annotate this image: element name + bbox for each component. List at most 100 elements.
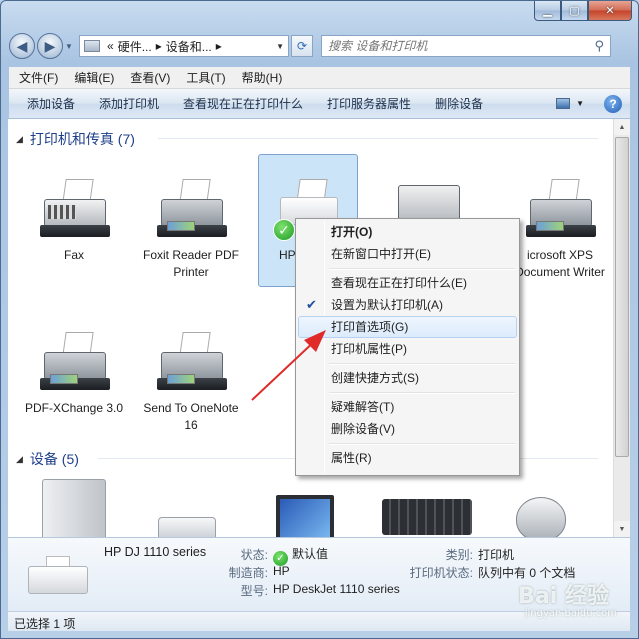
- printer-icon: [153, 177, 229, 243]
- default-check-icon: ✓: [273, 219, 295, 241]
- maximize-button[interactable]: ▢: [561, 1, 588, 21]
- menu-separator: [329, 389, 517, 396]
- printer-onenote[interactable]: Send To OneNote 16: [141, 324, 241, 434]
- menu-edit[interactable]: 编辑(E): [66, 69, 122, 86]
- devices-group-title: 设备 (5): [29, 451, 79, 467]
- monitor-icon[interactable]: [276, 495, 334, 537]
- breadcrumb-separator-icon[interactable]: ▸: [156, 39, 162, 53]
- breadcrumb-devices[interactable]: 设备和...: [166, 38, 212, 55]
- menu-set-default-printer[interactable]: ✔ 设置为默认打印机(A): [298, 294, 517, 316]
- menu-properties[interactable]: 属性(R): [298, 447, 517, 469]
- checkmark-icon: ✔: [306, 297, 317, 312]
- scrollbar-thumb[interactable]: [615, 137, 629, 457]
- menu-help[interactable]: 帮助(H): [234, 69, 291, 86]
- group-divider: [158, 138, 598, 139]
- context-menu: 打开(O) 在新窗口中打开(E) 查看现在正在打印什么(E) ✔ 设置为默认打印机…: [295, 218, 520, 476]
- devices-group-header[interactable]: ◢ 设备 (5): [16, 449, 79, 469]
- help-button[interactable]: ?: [604, 94, 622, 113]
- computer-tower-icon[interactable]: [42, 479, 106, 537]
- search-box[interactable]: ⚲: [321, 35, 611, 57]
- address-dropdown-icon[interactable]: ▼: [276, 42, 284, 51]
- selected-printer-icon: [26, 552, 90, 598]
- change-view-button[interactable]: ▼: [546, 98, 594, 109]
- add-printer-button[interactable]: 添加打印机: [87, 95, 171, 112]
- menu-file[interactable]: 文件(F): [11, 69, 66, 86]
- scroll-up-icon[interactable]: ▲: [614, 119, 630, 135]
- see-whats-printing-button[interactable]: 查看现在正在打印什么: [171, 95, 315, 112]
- printer-icon: [36, 330, 112, 396]
- selected-device-name: HP DJ 1110 series: [104, 545, 207, 559]
- menu-bar: 文件(F) 编辑(E) 查看(V) 工具(T) 帮助(H): [9, 67, 630, 89]
- recent-pages-dropdown[interactable]: ▼: [65, 42, 75, 51]
- model-value: HP DeskJet 1110 series: [273, 582, 400, 596]
- printer-pdf-xchange[interactable]: PDF-XChange 3.0: [24, 324, 124, 417]
- menu-create-shortcut[interactable]: 创建快捷方式(S): [298, 367, 517, 389]
- minimize-icon: ▁: [543, 5, 552, 17]
- menu-remove-device[interactable]: 删除设备(V): [298, 418, 517, 440]
- printer-label: icrosoft XPS Document Writer: [515, 248, 605, 279]
- refresh-icon: ⟳: [296, 39, 308, 53]
- printer-fax[interactable]: Fax: [24, 171, 124, 264]
- baidu-watermark: Bai 经验 jingyan.baidu.com: [518, 584, 617, 619]
- maximize-icon: ▢: [569, 5, 580, 17]
- manufacturer-label: 制造商:: [228, 566, 268, 580]
- category-value: 打印机: [478, 548, 515, 562]
- printer-label: Fax: [63, 248, 84, 262]
- forward-arrow-icon: ▶: [44, 37, 56, 54]
- breadcrumb-separator-icon[interactable]: ▸: [216, 39, 222, 53]
- menu-separator: [329, 265, 517, 272]
- menu-troubleshoot[interactable]: 疑难解答(T): [298, 396, 517, 418]
- search-icon[interactable]: ⚲: [594, 38, 604, 54]
- category-label: 类别:: [445, 548, 473, 562]
- navigation-bar: ◀ ▶ ▼ « 硬件... ▸ 设备和... ▸ ▼ ⟳ ⚲: [9, 31, 632, 61]
- state-value: ✓ 默认值: [273, 545, 328, 566]
- menu-separator: [329, 440, 517, 447]
- help-icon: ?: [609, 96, 617, 111]
- printers-group-title: 打印机和传真 (7): [29, 131, 135, 147]
- back-button[interactable]: ◀: [9, 33, 35, 59]
- menu-tools[interactable]: 工具(T): [178, 69, 233, 86]
- view-icon: [556, 98, 571, 109]
- model-label: 型号:: [240, 584, 268, 598]
- keyboard-icon[interactable]: [382, 499, 472, 535]
- vertical-scrollbar[interactable]: ▲ ▼: [613, 119, 630, 537]
- printer-foxit[interactable]: Foxit Reader PDF Printer: [141, 171, 241, 281]
- manufacturer-value: HP: [273, 564, 290, 578]
- printer-xps[interactable]: icrosoft XPS Document Writer: [510, 171, 610, 281]
- search-input[interactable]: [328, 39, 595, 53]
- printer-label: Send To OneNote 16: [143, 401, 239, 432]
- control-panel-icon: [84, 40, 100, 52]
- remove-device-button[interactable]: 删除设备: [423, 95, 495, 112]
- collapse-triangle-icon[interactable]: ◢: [16, 134, 23, 145]
- minimize-button[interactable]: ▁: [534, 1, 561, 21]
- print-server-properties-button[interactable]: 打印服务器属性: [315, 95, 423, 112]
- add-device-button[interactable]: 添加设备: [15, 95, 87, 112]
- menu-printer-properties[interactable]: 打印机属性(P): [298, 338, 517, 360]
- chevron-down-icon: ▼: [576, 99, 584, 108]
- scroll-down-icon[interactable]: ▼: [614, 521, 630, 537]
- breadcrumb-hardware[interactable]: 硬件...: [118, 38, 152, 55]
- caption-buttons: ▁ ▢ ✕: [534, 1, 632, 21]
- menu-separator: [329, 360, 517, 367]
- back-arrow-icon: ◀: [16, 37, 28, 54]
- mouse-icon[interactable]: [516, 497, 566, 537]
- breadcrumb-overflow[interactable]: «: [107, 39, 114, 53]
- scanner-icon[interactable]: [158, 517, 216, 537]
- forward-button[interactable]: ▶: [37, 33, 63, 59]
- address-bar[interactable]: « 硬件... ▸ 设备和... ▸ ▼: [79, 35, 289, 57]
- printer-status-label: 打印机状态:: [409, 566, 473, 580]
- collapse-triangle-icon[interactable]: ◢: [16, 454, 23, 465]
- refresh-button[interactable]: ⟳: [291, 35, 313, 57]
- menu-view[interactable]: 查看(V): [122, 69, 178, 86]
- fax-icon: [36, 177, 112, 243]
- menu-printing-preferences[interactable]: 打印首选项(G): [298, 316, 517, 338]
- printer-label: PDF-XChange 3.0: [24, 401, 124, 415]
- menu-open[interactable]: 打开(O): [298, 221, 517, 243]
- close-icon: ✕: [605, 5, 615, 17]
- printers-group-header[interactable]: ◢ 打印机和传真 (7): [16, 129, 135, 149]
- state-label: 状态:: [240, 548, 268, 562]
- menu-open-new-window[interactable]: 在新窗口中打开(E): [298, 243, 517, 265]
- menu-see-whats-printing[interactable]: 查看现在正在打印什么(E): [298, 272, 517, 294]
- printer-label: Foxit Reader PDF Printer: [142, 248, 240, 279]
- close-button[interactable]: ✕: [588, 1, 632, 21]
